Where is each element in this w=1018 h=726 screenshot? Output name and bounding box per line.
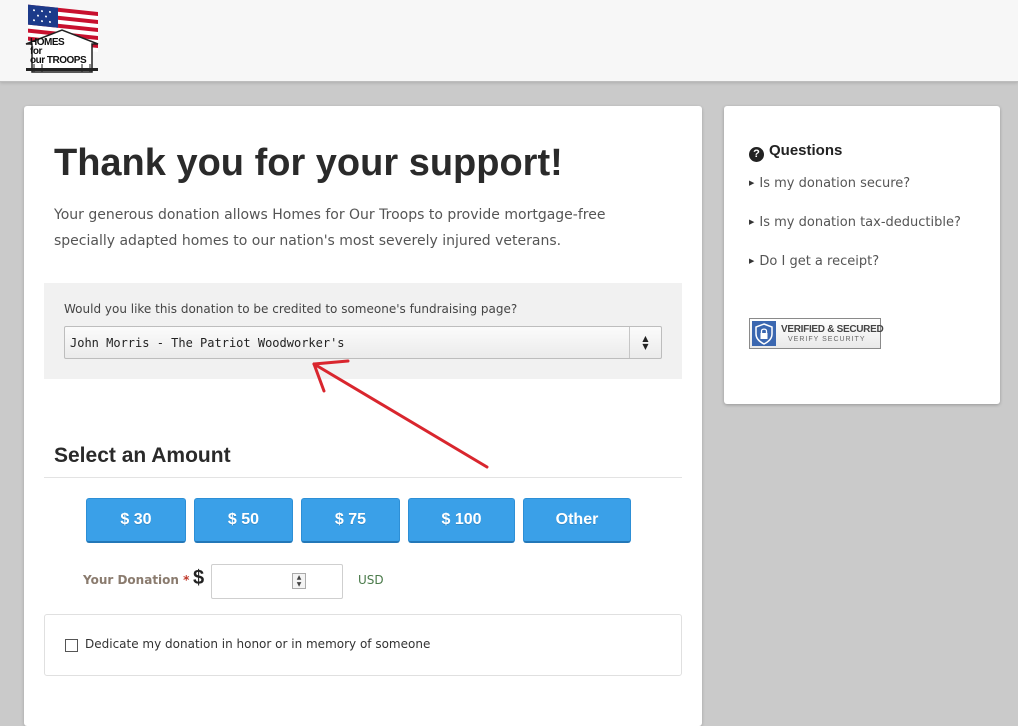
questions-card: ? Questions ▶ Is my donation secure? ▶ Is m… bbox=[724, 106, 1000, 404]
fundraising-credit-label: Would you like this donation to be credi… bbox=[64, 302, 518, 316]
page-title: Thank you for your support! bbox=[54, 142, 563, 184]
dedicate-checkbox[interactable] bbox=[65, 639, 78, 652]
dedicate-label[interactable]: Dedicate my donation in honor or in memo… bbox=[85, 637, 430, 651]
faq-link-text: Is my donation secure? bbox=[759, 176, 911, 191]
faq-link-receipt[interactable]: ▶ Do I get a receipt? bbox=[749, 254, 879, 269]
amount-75-button[interactable]: $ 75 bbox=[301, 498, 400, 543]
question-circle-icon: ? bbox=[749, 147, 764, 162]
faq-link-text: Do I get a receipt? bbox=[759, 254, 880, 269]
logo-wordmark: HOMES for our TROOPS bbox=[30, 38, 87, 66]
lock-shield-icon bbox=[752, 321, 776, 346]
faq-link-text: Is my donation tax-deductible? bbox=[759, 215, 961, 230]
divider bbox=[44, 477, 682, 478]
amount-other-button[interactable]: Other bbox=[523, 498, 631, 543]
required-asterisk: * bbox=[183, 573, 190, 587]
your-donation-label: Your Donation * bbox=[83, 573, 189, 587]
triangle-right-icon: ▶ bbox=[749, 218, 755, 226]
verified-secured-badge[interactable]: VERIFIED & SECURED VERIFY SECURITY bbox=[749, 318, 884, 349]
select-amount-heading: Select an Amount bbox=[54, 444, 231, 467]
fundraising-page-select[interactable]: John Morris - The Patriot Woodworker's ▲… bbox=[64, 326, 662, 359]
badge-subtitle: VERIFY SECURITY bbox=[788, 336, 866, 343]
triangle-right-icon: ▶ bbox=[749, 257, 755, 265]
top-bar: HOMES for our TROOPS bbox=[0, 0, 1018, 82]
triangle-right-icon: ▶ bbox=[749, 179, 755, 187]
dollar-sign: $ bbox=[193, 567, 205, 589]
intro-text: Your generous donation allows Homes for … bbox=[54, 207, 606, 249]
amount-100-button[interactable]: $ 100 bbox=[408, 498, 515, 543]
badge-title: VERIFIED & SECURED bbox=[781, 324, 884, 335]
donation-form-card: Thank you for your support! Your generou… bbox=[24, 106, 702, 726]
faq-link-secure[interactable]: ▶ Is my donation secure? bbox=[749, 176, 910, 191]
amount-stepper[interactable]: ▲ ▼ bbox=[292, 573, 306, 589]
faq-link-tax-deductible[interactable]: ▶ Is my donation tax-deductible? bbox=[749, 215, 961, 230]
fundraising-page-selected-value: John Morris - The Patriot Woodworker's bbox=[70, 336, 345, 350]
amount-50-button[interactable]: $ 50 bbox=[194, 498, 293, 543]
currency-label: USD bbox=[358, 573, 384, 587]
dedicate-panel: Dedicate my donation in honor or in memo… bbox=[44, 614, 682, 676]
questions-heading: ? Questions bbox=[749, 142, 842, 162]
fundraising-credit-panel: Would you like this donation to be credi… bbox=[44, 283, 682, 379]
donation-amount-input[interactable] bbox=[211, 564, 343, 599]
logo-line-3: our TROOPS bbox=[30, 55, 87, 66]
amount-30-button[interactable]: $ 30 bbox=[86, 498, 186, 543]
updown-arrows-icon: ▲ ▼ bbox=[629, 327, 661, 358]
questions-title-text: Questions bbox=[769, 142, 843, 159]
homes-for-our-troops-logo[interactable]: HOMES for our TROOPS bbox=[22, 4, 100, 76]
your-donation-label-text: Your Donation bbox=[83, 573, 179, 587]
